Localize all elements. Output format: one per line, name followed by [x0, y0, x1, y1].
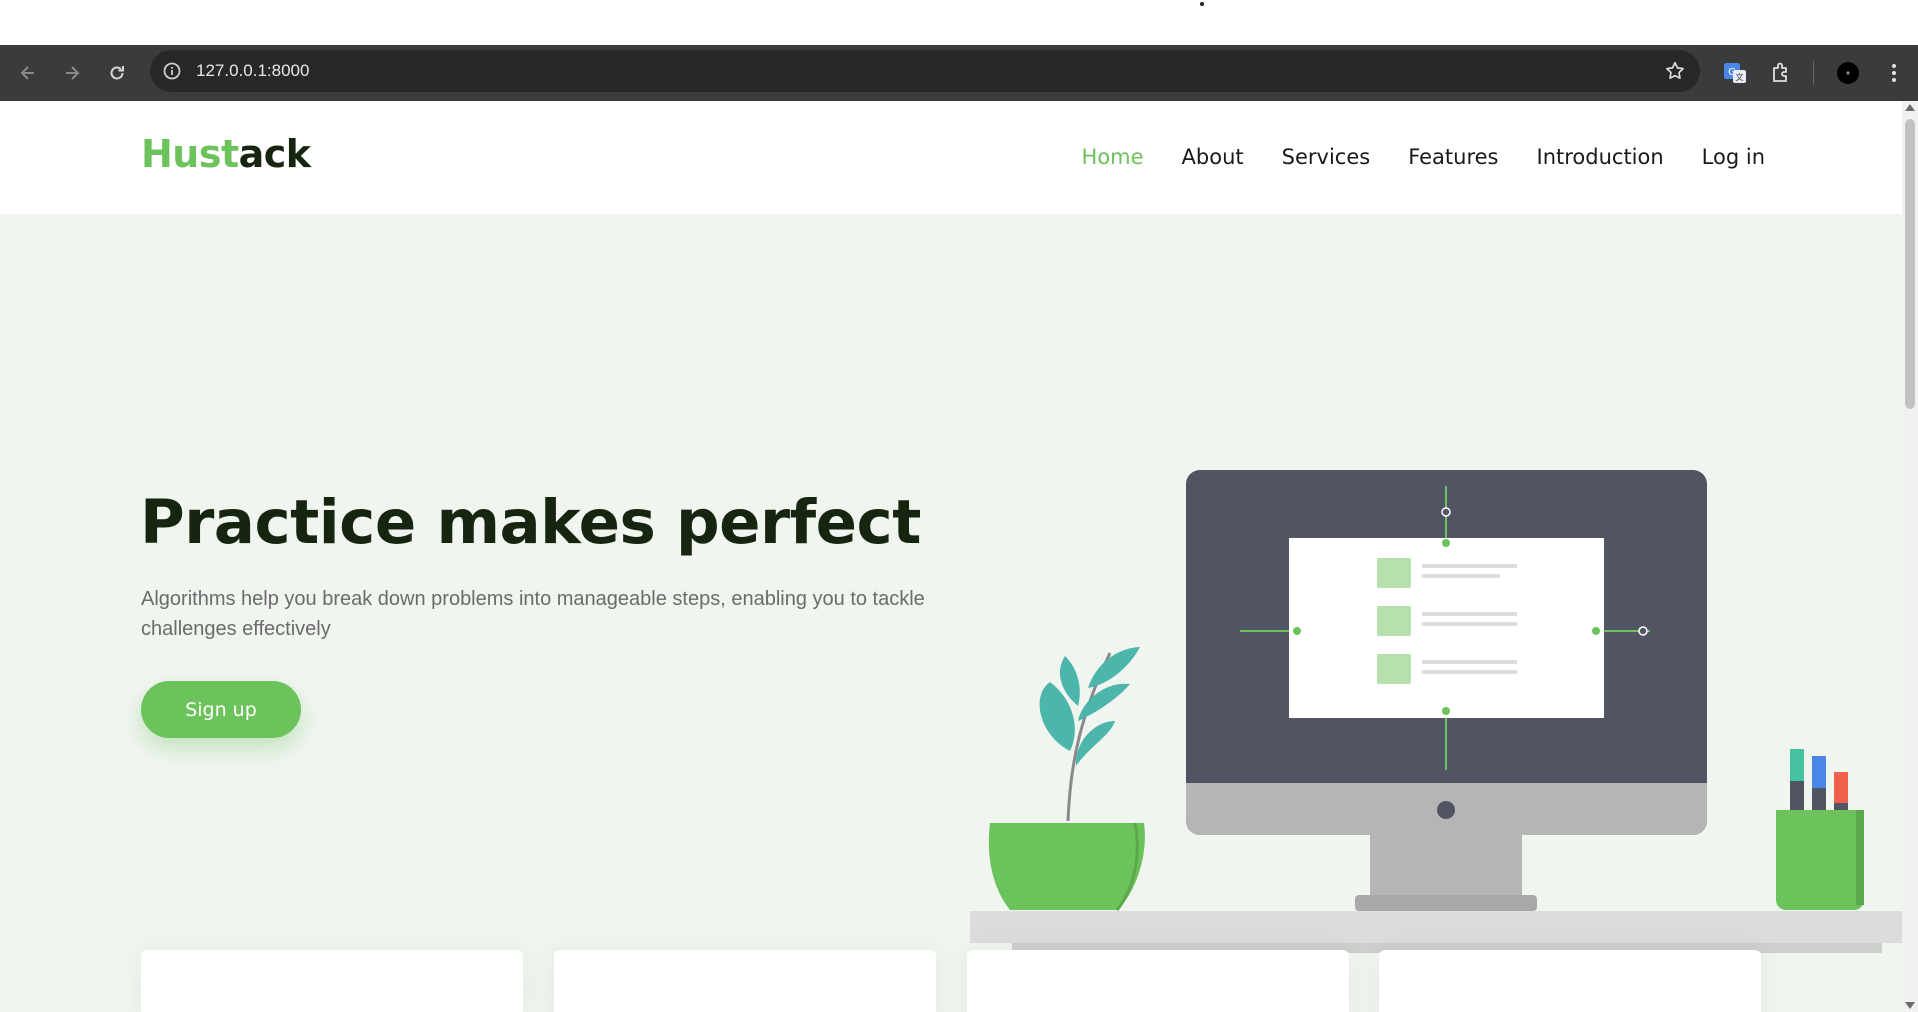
cursor-dot — [1200, 2, 1204, 6]
address-bar[interactable]: 127.0.0.1:8000 — [150, 50, 1700, 92]
nav-introduction[interactable]: Introduction — [1537, 145, 1664, 169]
nav-features[interactable]: Features — [1408, 145, 1498, 169]
nav-services[interactable]: Services — [1282, 145, 1371, 169]
logo-part-dark: ack — [238, 132, 311, 176]
page-scrollbar[interactable] — [1902, 101, 1918, 1012]
shelf — [970, 911, 1902, 943]
page-viewport: Hustack Home About Services Features Int… — [0, 101, 1902, 1012]
profile-avatar-icon[interactable] — [1835, 60, 1861, 86]
nav-login[interactable]: Log in — [1702, 145, 1765, 169]
plant-pot — [988, 647, 1145, 911]
monitor — [1186, 470, 1707, 911]
feature-card-3 — [967, 950, 1349, 1012]
nav-about[interactable]: About — [1182, 145, 1244, 169]
site-header: Hustack Home About Services Features Int… — [0, 101, 1902, 214]
info-icon[interactable] — [162, 61, 182, 81]
toolbar-separator — [1813, 61, 1814, 85]
scroll-up-arrow-icon[interactable] — [1905, 104, 1915, 111]
svg-text:文: 文 — [1736, 72, 1744, 82]
nav-home[interactable]: Home — [1082, 145, 1144, 169]
logo-part-green: Hust — [141, 132, 239, 176]
window-top-strip — [0, 0, 1918, 45]
feature-card-4 — [1379, 950, 1761, 1012]
main-nav: Home About Services Features Introductio… — [1082, 145, 1765, 169]
scrollbar-thumb[interactable] — [1905, 119, 1915, 409]
hero-title: Practice makes perfect — [140, 487, 921, 558]
hero-illustration — [970, 470, 1902, 953]
pen-cup — [1776, 749, 1864, 910]
signup-button[interactable]: Sign up — [141, 681, 301, 738]
hero-subtitle: Algorithms help you break down problems … — [141, 588, 925, 640]
forward-arrow-icon[interactable] — [58, 59, 86, 87]
site-logo[interactable]: Hustack — [141, 132, 311, 176]
scroll-down-arrow-icon[interactable] — [1905, 1002, 1915, 1009]
browser-toolbar: 127.0.0.1:8000 G 文 — [0, 45, 1918, 101]
reload-icon[interactable] — [103, 59, 131, 87]
star-icon[interactable] — [1664, 60, 1686, 82]
menu-kebab-icon[interactable] — [1881, 60, 1907, 86]
url-text[interactable]: 127.0.0.1:8000 — [196, 61, 309, 81]
feature-card-1 — [141, 950, 523, 1012]
feature-card-2 — [554, 950, 936, 1012]
translate-icon[interactable]: G 文 — [1722, 60, 1748, 86]
extensions-icon[interactable] — [1768, 60, 1794, 86]
back-arrow-icon[interactable] — [14, 59, 42, 87]
